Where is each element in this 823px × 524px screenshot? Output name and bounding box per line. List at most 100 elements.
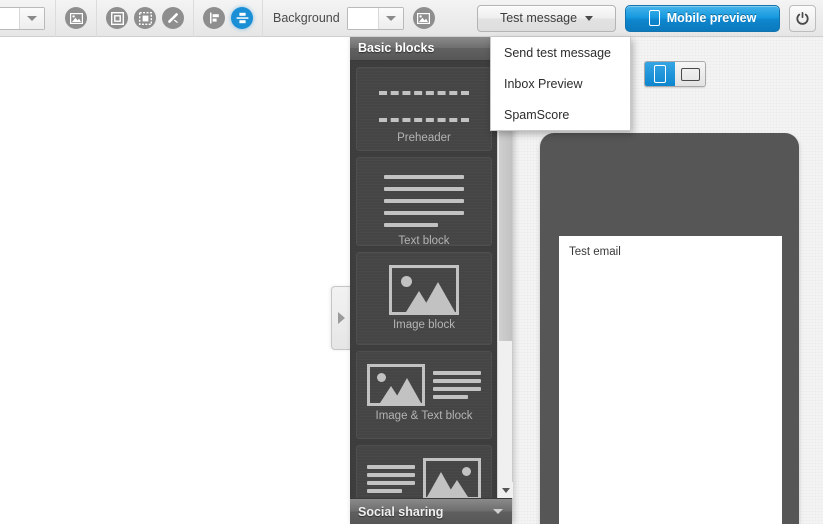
link-break-icon (168, 13, 178, 23)
image-text-block-art (357, 352, 491, 406)
background-label: Background (273, 11, 340, 25)
dashed-line (379, 118, 469, 122)
link-break-icon-button[interactable] (162, 7, 184, 29)
block-item-text-block[interactable]: Text block (356, 157, 492, 247)
align-left-icon-button[interactable] (203, 7, 225, 29)
block-item-image-text-block[interactable]: Image & Text block (356, 351, 492, 439)
phone-frame: Test email (540, 133, 799, 524)
preview-email-text: Test email (569, 246, 621, 258)
text-line (384, 211, 464, 215)
dashed-line (379, 91, 469, 95)
image-block-art (357, 253, 491, 315)
orientation-toggle[interactable] (644, 61, 706, 87)
text-line (367, 465, 415, 469)
text-line (433, 371, 481, 375)
border-dashed-icon (138, 11, 152, 25)
text-line (384, 223, 439, 227)
test-message-dropdown: Test message (477, 4, 616, 32)
menu-item-send-test-message[interactable]: Send test message (491, 37, 630, 68)
image-placeholder-icon (423, 458, 481, 498)
image-placeholder-icon (367, 364, 425, 406)
chevron-down-icon (27, 15, 37, 21)
background-image-icon (417, 12, 431, 24)
social-sharing-label: Social sharing (358, 504, 444, 519)
text-line (384, 187, 464, 191)
text-line (367, 489, 402, 493)
power-button[interactable] (789, 4, 816, 32)
text-line (433, 395, 468, 399)
sun-shape (462, 467, 471, 476)
color-swatch (0, 7, 20, 29)
preheader-art (357, 68, 491, 128)
menu-item-inbox-preview[interactable]: Inbox Preview (491, 68, 630, 99)
dropdown-arrow[interactable] (378, 7, 403, 29)
align-center-icon-button[interactable] (231, 7, 253, 29)
block-item-image-block[interactable]: Image block (356, 252, 492, 345)
panel-collapse-handle[interactable] (331, 286, 351, 350)
toolbar-divider (55, 0, 56, 37)
menu-item-spamscore[interactable]: SpamScore (491, 99, 630, 130)
block-label: Image & Text block (375, 410, 473, 422)
block-item-preheader[interactable]: Preheader (356, 67, 492, 151)
text-lines-group (367, 458, 415, 497)
block-label: Image block (392, 319, 455, 331)
text-block-art (357, 158, 491, 231)
chevron-down-icon (585, 15, 594, 21)
mobile-preview-button[interactable]: Mobile preview (625, 4, 780, 32)
text-color-dropdown[interactable] (0, 6, 45, 30)
chevron-right-icon (338, 312, 345, 324)
background-color-dropdown[interactable] (346, 6, 404, 30)
toolbar-divider (96, 0, 97, 37)
test-message-button[interactable]: Test message (477, 4, 616, 32)
social-sharing-section-header[interactable]: Social sharing (350, 498, 512, 524)
phone-screen[interactable]: Test email (559, 236, 782, 524)
block-label: Text block (398, 235, 450, 247)
align-center-icon (236, 12, 248, 24)
test-message-label: Test message (499, 11, 578, 25)
block-item-text-image-block[interactable]: Text & Image block (356, 445, 492, 498)
mountain-shape (421, 282, 455, 312)
orientation-portrait-button[interactable] (645, 62, 675, 86)
text-image-block-art (357, 446, 491, 498)
mobile-preview-label: Mobile preview (666, 11, 757, 25)
top-toolbar: Background Test message Mobile preview (0, 0, 823, 37)
scroll-down-button[interactable] (498, 482, 513, 498)
chevron-down-icon (385, 15, 396, 21)
text-line (384, 175, 464, 179)
text-line (384, 199, 464, 203)
text-line (433, 387, 481, 391)
image-placeholder-icon (389, 265, 459, 315)
phone-landscape-icon (680, 67, 700, 81)
phone-portrait-icon (654, 65, 666, 83)
border-dashed-icon-button[interactable] (134, 7, 156, 29)
blocks-panel-header[interactable]: Basic blocks (350, 36, 512, 61)
image-icon (69, 12, 83, 24)
dropdown-arrow[interactable] (20, 7, 44, 29)
phone-icon (648, 10, 660, 26)
text-line (367, 481, 415, 485)
border-outer-icon-button[interactable] (106, 7, 128, 29)
power-icon (796, 11, 809, 25)
toolbar-divider (193, 0, 194, 37)
image-icon-button[interactable] (65, 7, 87, 29)
sun-shape (377, 373, 386, 382)
blocks-list[interactable]: Preheader Text block Image block Image &… (350, 61, 512, 498)
chevron-down-icon (501, 487, 510, 493)
mountain-shape (427, 472, 455, 497)
border-outer-icon (110, 11, 124, 25)
blocks-panel: Basic blocks Preheader Text block Image … (350, 36, 513, 524)
text-line (433, 379, 481, 383)
orientation-landscape-button[interactable] (675, 62, 705, 86)
block-label: Preheader (397, 132, 451, 144)
blocks-panel-title: Basic blocks (358, 41, 435, 55)
align-left-icon (209, 12, 219, 24)
background-image-icon-button[interactable] (412, 7, 435, 29)
text-line (367, 473, 415, 477)
sun-shape (401, 276, 412, 287)
test-message-menu[interactable]: Send test message Inbox Preview SpamScor… (490, 37, 631, 131)
text-lines-group (433, 364, 481, 403)
chevron-down-icon (493, 509, 503, 514)
background-color-swatch (347, 7, 379, 29)
mountain-shape (393, 378, 421, 403)
toolbar-divider (262, 0, 263, 37)
